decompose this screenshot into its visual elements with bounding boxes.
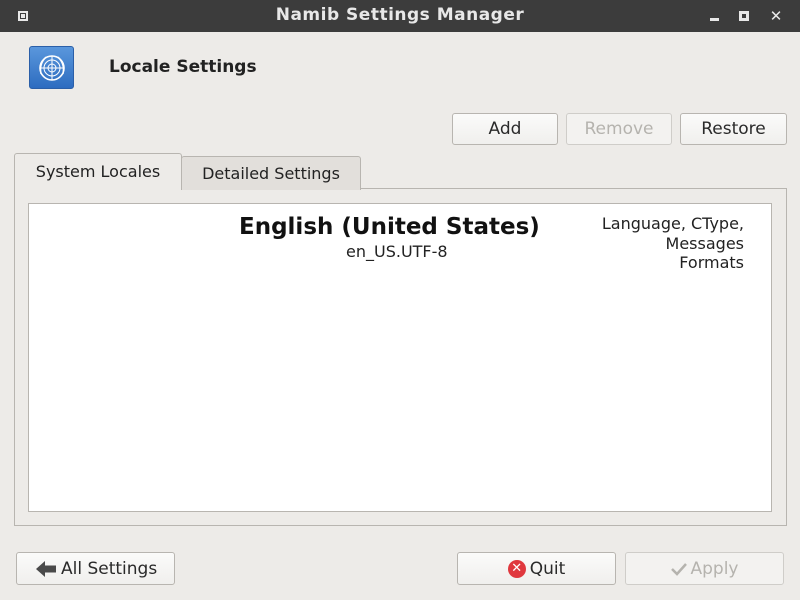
locale-list[interactable]: English (United States) en_US.UTF-8 Lang… — [28, 203, 772, 512]
locale-code: en_US.UTF-8 — [346, 242, 448, 261]
locale-categories-line: Messages — [665, 233, 744, 253]
quit-label: Quit — [529, 558, 566, 579]
apply-label: Apply — [690, 558, 739, 579]
page-title: Locale Settings — [109, 57, 257, 77]
tab-system-locales[interactable]: System Locales — [14, 153, 182, 189]
locale-name: English (United States) — [239, 214, 540, 240]
maximize-button[interactable] — [736, 8, 752, 24]
locale-categories-line: Language, CType, — [601, 214, 744, 233]
minimize-button[interactable] — [706, 8, 722, 24]
un-globe-icon — [29, 46, 74, 89]
locale-categories-line: Formats — [679, 253, 744, 272]
window-title: Namib Settings Manager — [275, 5, 525, 25]
apply-button[interactable]: Apply — [625, 552, 784, 585]
settings-window: Namib Settings Manager ✕ Locale Settings… — [0, 0, 800, 600]
all-settings-button[interactable]: All Settings — [16, 552, 175, 585]
back-arrow-icon — [35, 560, 57, 578]
restore-button[interactable]: Restore — [680, 113, 787, 145]
close-icon: ✕ — [769, 7, 783, 25]
quit-button[interactable]: ✕ Quit — [457, 552, 616, 585]
list-item[interactable]: English (United States) en_US.UTF-8 Lang… — [29, 204, 771, 279]
quit-icon: ✕ — [507, 559, 526, 578]
add-locale-button[interactable]: Add — [452, 113, 558, 145]
tab-detailed-settings[interactable]: Detailed Settings — [181, 156, 361, 190]
locale-categories: Language, CType, Messages Formats — [564, 214, 744, 273]
all-settings-label: All Settings — [61, 558, 158, 579]
title-bar: Namib Settings Manager ✕ — [0, 0, 800, 32]
close-button[interactable]: ✕ — [768, 7, 784, 25]
maximize-icon — [739, 11, 749, 21]
checkmark-icon — [670, 562, 687, 576]
remove-locale-button[interactable]: Remove — [566, 113, 672, 145]
minimize-icon — [709, 17, 719, 21]
